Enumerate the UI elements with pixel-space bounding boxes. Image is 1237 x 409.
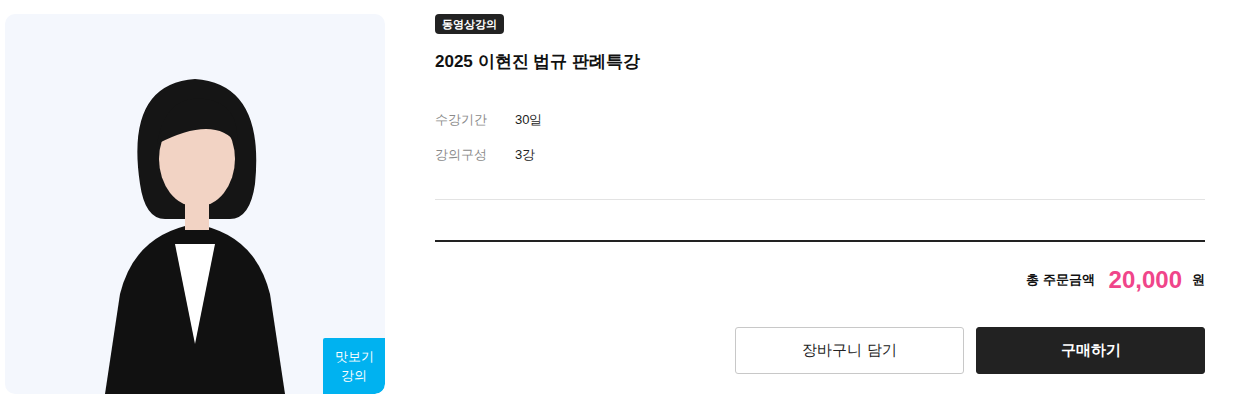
product-info: 동영상강의2025 이현진 법규 판례특강수강기간30일강의구성3강총 주문금액… xyxy=(435,14,1205,409)
info-label: 수강기간 xyxy=(435,110,515,130)
total-label: 총 주문금액 xyxy=(1026,271,1095,289)
divider xyxy=(435,199,1205,200)
total-row: 총 주문금액 20,000 원 xyxy=(435,264,1205,296)
info-row: 강의구성3강 xyxy=(435,145,1205,165)
button-row: 장바구니 담기 구매하기 xyxy=(435,327,1205,374)
preview-badge[interactable]: 맛보기강의 xyxy=(323,338,385,394)
category-tag: 동영상강의 xyxy=(435,14,504,34)
info-label: 강의구성 xyxy=(435,145,515,165)
product-title: 2025 이현진 법규 판례특강 xyxy=(435,50,1205,74)
lecturer-photo: 맛보기강의 xyxy=(5,14,385,394)
total-amount: 20,000 xyxy=(1109,266,1182,294)
buy-button[interactable]: 구매하기 xyxy=(976,327,1205,374)
info-row: 수강기간30일 xyxy=(435,110,1205,130)
product-page: 맛보기강의동영상강의2025 이현진 법규 판례특강수강기간30일강의구성3강총… xyxy=(0,0,1237,409)
info-value: 3강 xyxy=(515,145,535,165)
info-list: 수강기간30일강의구성3강 xyxy=(435,110,1205,165)
total-divider xyxy=(435,240,1205,242)
cart-button[interactable]: 장바구니 담기 xyxy=(735,327,964,374)
lecturer-photo-icon xyxy=(45,44,345,394)
info-value: 30일 xyxy=(515,110,542,130)
total-unit: 원 xyxy=(1192,271,1205,289)
